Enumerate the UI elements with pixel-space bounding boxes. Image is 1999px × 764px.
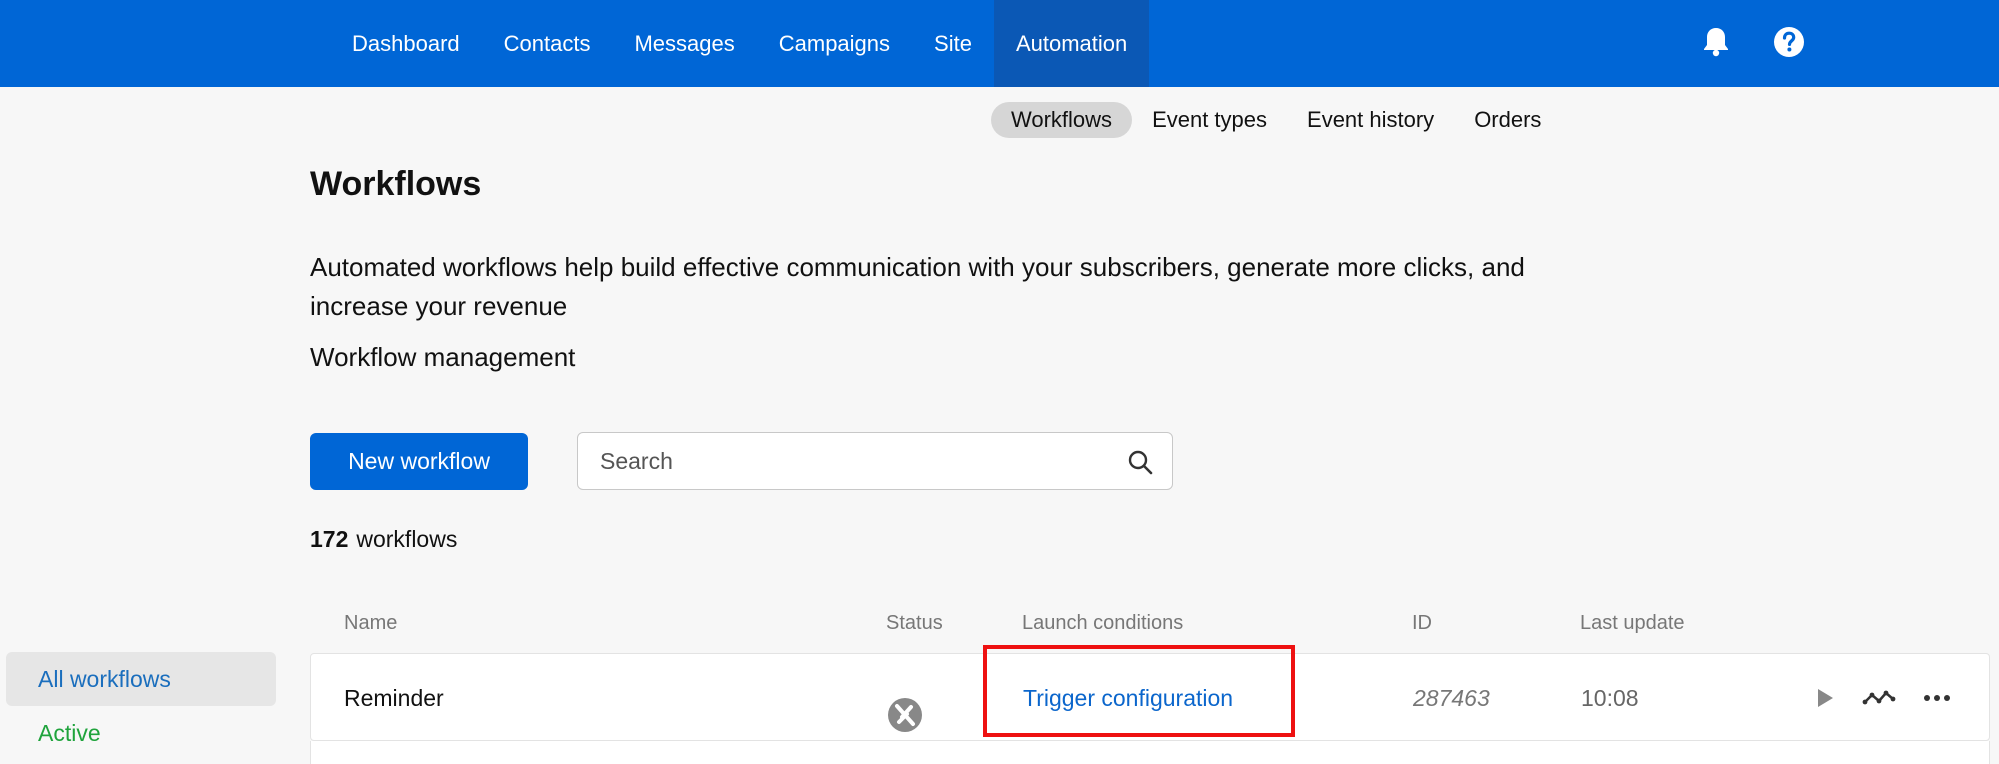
workflow-count-label: workflows [356,526,458,552]
workflow-name[interactable]: Reminder [344,654,444,742]
section-label: Workflow management [310,342,576,372]
help-icon[interactable] [1769,22,1809,62]
tab-event-history[interactable]: Event history [1287,102,1454,138]
sidebar-item-all-workflows[interactable]: All workflows [6,652,276,706]
nav-site[interactable]: Site [912,0,994,87]
nav-automation[interactable]: Automation [993,0,1150,87]
header-status[interactable]: Status [886,612,943,635]
page-description: Automated workflows help build effective… [310,252,1525,321]
tab-event-types[interactable]: Event types [1132,102,1287,138]
tab-workflows[interactable]: Workflows [991,102,1133,138]
table-row[interactable]: Reminder Trigger configuration 287463 10… [310,653,1990,741]
new-workflow-button[interactable]: New workflow [310,433,528,490]
page-title: Workflows [310,165,482,203]
more-icon[interactable] [1920,681,1954,715]
search-box [577,432,1173,490]
workflow-last-update: 10:08 [1581,685,1639,711]
automation-subnav: Workflows Event types Event history Orde… [991,102,1561,138]
nav-dashboard[interactable]: Dashboard [330,0,482,87]
play-icon[interactable] [1807,681,1841,715]
search-input[interactable] [600,433,1100,489]
header-last-update[interactable]: Last update [1580,612,1685,635]
workflow-count-number: 172 [310,526,349,552]
top-navigation-bar: Dashboard Contacts Messages Campaigns Si… [0,0,1999,87]
nav-contacts[interactable]: Contacts [482,0,613,87]
header-launch-conditions[interactable]: Launch conditions [1022,612,1183,635]
bell-icon[interactable] [1696,22,1736,62]
workflow-id: 287463 [1413,685,1490,711]
table-row[interactable] [310,741,1990,764]
header-id[interactable]: ID [1412,612,1432,635]
main-nav: Dashboard Contacts Messages Campaigns Si… [330,0,1150,87]
sidebar-item-active[interactable]: Active [6,706,276,760]
workflow-count: 172 workflows [310,526,457,553]
header-name[interactable]: Name [344,612,397,635]
search-icon[interactable] [1126,448,1154,476]
tab-orders[interactable]: Orders [1454,102,1561,138]
status-off-icon [887,681,923,732]
nav-campaigns[interactable]: Campaigns [757,0,912,87]
stats-icon[interactable] [1862,681,1896,715]
nav-messages[interactable]: Messages [612,0,756,87]
trigger-configuration-link[interactable]: Trigger configuration [1023,654,1233,742]
